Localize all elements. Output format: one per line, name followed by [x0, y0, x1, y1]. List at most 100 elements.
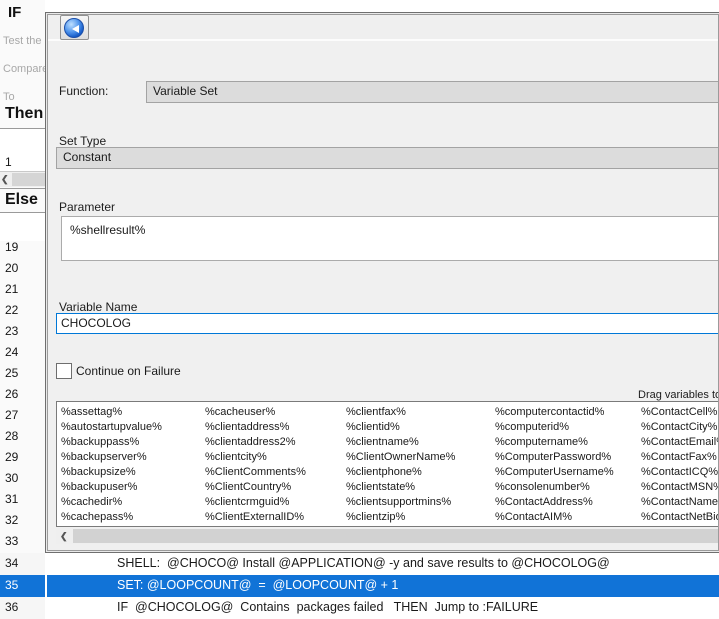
variable-item[interactable]: %clientzip%: [346, 510, 455, 525]
script-line-text: SHELL: @CHOCO@ Install @APPLICATION@ -y …: [117, 556, 610, 570]
then-grid-row-number: 1: [5, 155, 12, 169]
script-line-number: 35: [5, 578, 18, 592]
dialog-toolbar: [48, 15, 718, 41]
variable-item[interactable]: %autostartupvalue%: [61, 420, 162, 435]
variable-name-input[interactable]: CHOCOLOG: [56, 313, 719, 334]
variable-item[interactable]: %clientaddress2%: [205, 435, 306, 450]
variable-item[interactable]: %ContactEmail%: [641, 435, 719, 450]
function-editor-dialog: Function: Variable Set Set Type Constant…: [45, 12, 719, 553]
variable-item[interactable]: %clientphone%: [346, 465, 455, 480]
then-grid-hscrollbar[interactable]: ❮: [0, 171, 45, 187]
variable-item[interactable]: %ContactAIM%: [495, 510, 614, 525]
parameter-label: Parameter: [59, 200, 115, 214]
set-type-label: Set Type: [59, 134, 106, 148]
variable-item[interactable]: %consolenumber%: [495, 480, 614, 495]
drag-variables-hint: Drag variables to: [638, 389, 719, 401]
if-hint-to: To: [3, 91, 15, 103]
row-number: 23: [5, 324, 18, 338]
if-hint-compare: Compare: [3, 63, 48, 75]
variables-column: %assettag%%autostartupvalue%%backuppass%…: [61, 405, 162, 525]
variable-item[interactable]: %cachedir%: [61, 495, 162, 510]
row-number: 31: [5, 492, 18, 506]
variable-item[interactable]: %clientcity%: [205, 450, 306, 465]
script-line-row[interactable]: 36 IF @CHOCOLOG@ Contains packages failed…: [0, 597, 719, 619]
variable-item[interactable]: %backupserver%: [61, 450, 162, 465]
variable-item[interactable]: %ContactFax%: [641, 450, 719, 465]
row-number: 30: [5, 471, 18, 485]
variable-item[interactable]: %computercontactid%: [495, 405, 614, 420]
script-line-row[interactable]: 34 SHELL: @CHOCO@ Install @APPLICATION@ -…: [0, 553, 719, 575]
variable-item[interactable]: %ClientExternalID%: [205, 510, 306, 525]
variables-listbox[interactable]: %assettag%%autostartupvalue%%backuppass%…: [56, 401, 719, 527]
dialog-body: Function: Variable Set Set Type Constant…: [47, 14, 719, 551]
continue-on-failure-label: Continue on Failure: [76, 364, 181, 378]
script-line-number-cell: 35: [0, 575, 47, 597]
continue-on-failure-checkbox[interactable]: [56, 363, 72, 379]
script-line-number-cell: 34: [0, 553, 45, 575]
variable-item[interactable]: %clientid%: [346, 420, 455, 435]
row-number: 27: [5, 408, 18, 422]
scrollbar-thumb[interactable]: [12, 173, 45, 186]
function-dropdown[interactable]: Variable Set: [146, 81, 719, 103]
else-section-label: Else: [5, 191, 38, 209]
row-number: 25: [5, 366, 18, 380]
variable-item[interactable]: %cachepass%: [61, 510, 162, 525]
script-line-text: IF @CHOCOLOG@ Contains packages failed T…: [117, 600, 538, 614]
script-line-row[interactable]: 35 SET: @LOOPCOUNT@ = @LOOPCOUNT@ + 1: [0, 575, 719, 597]
variable-item[interactable]: %assettag%: [61, 405, 162, 420]
variable-item[interactable]: %ContactCell%: [641, 405, 719, 420]
variable-name-label: Variable Name: [59, 300, 137, 314]
variables-hscrollbar[interactable]: ❮: [56, 528, 719, 544]
variable-item[interactable]: %computerid%: [495, 420, 614, 435]
variable-item[interactable]: %cacheuser%: [205, 405, 306, 420]
variable-item[interactable]: %ContactName%: [641, 495, 719, 510]
script-editor-left-panel: IF Test the Compare To Then 1 ❮ Else 19 2…: [0, 0, 45, 605]
variable-item[interactable]: %ContactNetBios%: [641, 510, 719, 525]
variables-column: %clientfax%%clientid%%clientname%%Client…: [346, 405, 455, 525]
row-number: 20: [5, 261, 18, 275]
variable-item[interactable]: %backupuser%: [61, 480, 162, 495]
variable-item[interactable]: %ClientOwnerName%: [346, 450, 455, 465]
variable-item[interactable]: %ContactAddress%: [495, 495, 614, 510]
variable-item[interactable]: %clientfax%: [346, 405, 455, 420]
variable-item[interactable]: %clientsupportmins%: [346, 495, 455, 510]
variable-item[interactable]: %ClientCountry%: [205, 480, 306, 495]
variable-item[interactable]: %clientname%: [346, 435, 455, 450]
variables-column: %ContactCell%%ContactCity%%ContactEmail%…: [641, 405, 719, 525]
variable-item[interactable]: %clientstate%: [346, 480, 455, 495]
variable-item[interactable]: %ClientComments%: [205, 465, 306, 480]
if-hint-test: Test the: [3, 35, 42, 47]
variable-item[interactable]: %ComputerUsername%: [495, 465, 614, 480]
row-number: 19: [5, 240, 18, 254]
variable-item[interactable]: %clientcrmguid%: [205, 495, 306, 510]
row-number: 28: [5, 429, 18, 443]
then-section-label: Then: [5, 105, 43, 123]
row-number: 32: [5, 513, 18, 527]
scrollbar-thumb[interactable]: [73, 529, 719, 543]
parameter-input[interactable]: %shellresult%: [61, 216, 719, 261]
variable-item[interactable]: %ContactCity%: [641, 420, 719, 435]
variable-item[interactable]: %ComputerPassword%: [495, 450, 614, 465]
variable-item[interactable]: %backupsize%: [61, 465, 162, 480]
variable-item[interactable]: %ContactICQ%: [641, 465, 719, 480]
else-grid-area[interactable]: [0, 212, 45, 241]
variable-item[interactable]: %clientaddress%: [205, 420, 306, 435]
variables-column: %computercontactid%%computerid%%computer…: [495, 405, 614, 525]
script-line-number-cell: 36: [0, 597, 45, 619]
if-section-label: IF: [8, 4, 21, 21]
script-line-text: SET: @LOOPCOUNT@ = @LOOPCOUNT@ + 1: [117, 578, 398, 592]
variable-item[interactable]: %backuppass%: [61, 435, 162, 450]
row-number: 24: [5, 345, 18, 359]
script-line-number: 36: [5, 600, 18, 614]
back-button[interactable]: [60, 15, 89, 40]
set-type-dropdown[interactable]: Constant: [56, 147, 719, 169]
row-number: 22: [5, 303, 18, 317]
variable-item[interactable]: %ContactMSN%: [641, 480, 719, 495]
variable-item[interactable]: %computername%: [495, 435, 614, 450]
scroll-left-icon[interactable]: ❮: [60, 531, 68, 542]
scroll-left-icon[interactable]: ❮: [1, 174, 9, 185]
variables-column: %cacheuser%%clientaddress%%clientaddress…: [205, 405, 306, 525]
row-number: 21: [5, 282, 18, 296]
row-number: 33: [5, 534, 18, 548]
script-line-number: 34: [5, 556, 18, 570]
